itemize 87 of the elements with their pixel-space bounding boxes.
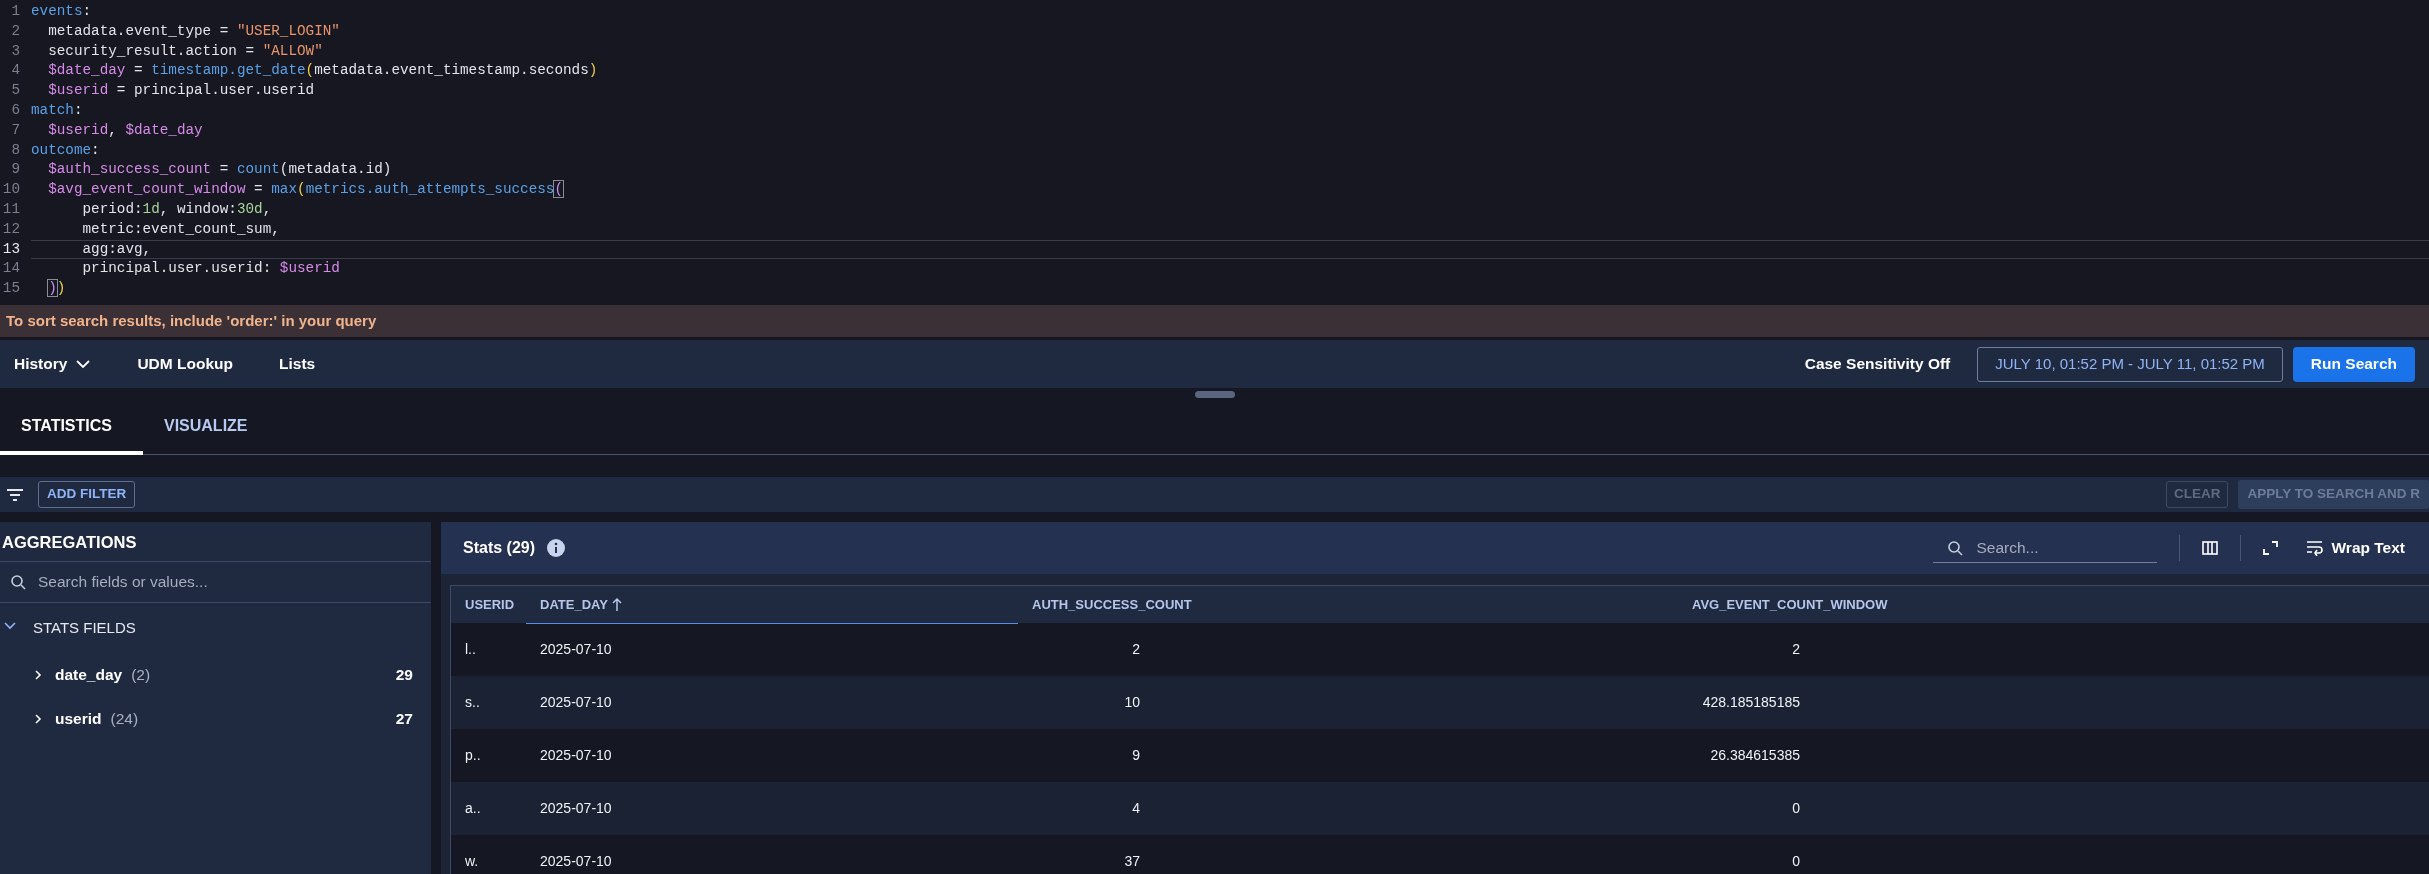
code-line: security_result.action = "ALLOW" <box>47 41 324 61</box>
table-cell: 2025-07-10 <box>540 853 612 869</box>
time-range-button[interactable]: JULY 10, 01:52 PM - JULY 11, 01:52 PM <box>1977 346 2283 382</box>
tab[interactable]: STATISTICS <box>0 400 143 455</box>
code-line: metric:event_count_sum, <box>81 219 281 239</box>
column-header[interactable]: AUTH_SUCCESS_COUNT <box>1018 586 1678 623</box>
code-line: events: <box>31 2 93 21</box>
run-search-button[interactable]: Run Search <box>2292 346 2415 382</box>
table-cell: p.. <box>465 747 481 763</box>
code-line: period:1d, window:30d, <box>81 199 273 219</box>
code-line: $date_day = timestamp.get_date(metadata.event_timestamp.seconds) <box>47 61 599 81</box>
info-icon <box>547 539 566 557</box>
table-cell: 2025-07-10 <box>540 641 612 658</box>
table-cell: 2025-07-10 <box>540 800 612 816</box>
line-number: 15 <box>1 279 20 299</box>
field-name[interactable]: userid <box>55 707 102 731</box>
table-cell-text: 2 <box>1131 640 1140 659</box>
hint-message: To sort search results, include 'order:' in your query <box>0 305 2429 337</box>
code-line: $avg_event_count_window = max(metrics.auth_attempts_success( <box>47 180 565 200</box>
case-sensitivity-toggle[interactable]: Case Sensitivity Off <box>1804 352 1951 376</box>
field-total: 27 <box>395 709 413 730</box>
line-number: 12 <box>1 219 20 239</box>
wrap-icon <box>2305 540 2324 556</box>
field-name[interactable]: date_day <box>55 663 123 687</box>
line-number: 11 <box>1 199 20 219</box>
table-cell: 2025-07-10 <box>540 694 612 710</box>
table-cell-text: 0 <box>1791 799 1800 818</box>
table-search-field[interactable]: Search... <box>1974 534 2155 561</box>
column-header[interactable]: DATE_DAY <box>526 586 1018 623</box>
line-number: 5 <box>10 81 20 101</box>
columns-button[interactable] <box>2201 541 2218 555</box>
table-cell-text: 0 <box>1791 852 1800 871</box>
field-total: 29 <box>395 665 413 686</box>
panel-title: AGGREGATIONS <box>0 522 431 562</box>
table-cell: l.. <box>465 641 476 657</box>
code-line: outcome: <box>31 140 101 160</box>
line-number: 10 <box>1 180 20 200</box>
line-number: 1 <box>10 2 20 21</box>
table-cell-text: 9 <box>1131 746 1140 765</box>
line-number: 14 <box>1 259 20 279</box>
wrap-text-button[interactable]: Wrap Text <box>2299 535 2411 561</box>
table-cell-text: 10 <box>1123 693 1140 712</box>
table-cell-text: 2 <box>1791 640 1800 659</box>
search-field[interactable]: Search fields or values... <box>36 569 396 595</box>
expand-icon <box>2262 541 2278 555</box>
code-line: match: <box>31 101 84 120</box>
search-icon <box>10 574 26 590</box>
code-line: principal.user.userid: $userid <box>81 259 341 279</box>
stats-title: Stats (29) <box>463 538 536 558</box>
menu-button[interactable]: Lists <box>279 348 316 380</box>
code-line: )) <box>47 279 67 299</box>
table-cell-text: 4 <box>1131 799 1140 818</box>
line-number: 6 <box>10 101 20 120</box>
menu-button[interactable]: History <box>14 348 92 380</box>
menu-button[interactable]: UDM Lookup <box>137 348 233 380</box>
code-line: $auth_success_count = count(metadata.id) <box>47 160 393 180</box>
search-icon <box>1946 539 1963 556</box>
table-cell: a.. <box>465 800 481 816</box>
column-header[interactable]: USERID <box>451 586 526 623</box>
resize-handle[interactable] <box>1194 390 1235 398</box>
add-filter-button[interactable]: ADD FILTER <box>38 481 136 508</box>
table-cell-text: 26.384615385 <box>1709 746 1800 765</box>
fullscreen-button[interactable] <box>2262 541 2278 555</box>
line-number: 9 <box>10 160 20 180</box>
line-number: 3 <box>10 41 20 61</box>
table-cell: s.. <box>465 694 480 710</box>
table-cell: w. <box>465 853 479 869</box>
column-header[interactable]: AVG_EVENT_COUNT_WINDOW <box>1678 586 2429 623</box>
code-line: agg:avg, <box>31 239 2429 260</box>
distinct-count: (2) <box>131 665 151 686</box>
tab[interactable]: VISUALIZE <box>142 400 279 455</box>
sort-ascending-icon <box>611 596 622 611</box>
code-line: $userid, $date_day <box>47 120 204 140</box>
line-number: 7 <box>10 120 20 140</box>
table-cell-text: 428.185185185 <box>1701 693 1800 712</box>
line-number: 13 <box>1 239 20 259</box>
line-number: 2 <box>10 21 20 41</box>
table-cell-text: 37 <box>1123 852 1140 871</box>
code-line: metadata.event_type = "USER_LOGIN" <box>47 21 341 41</box>
distinct-count: (24) <box>110 709 139 730</box>
columns-icon <box>2201 541 2218 555</box>
table-cell: 2025-07-10 <box>540 747 612 763</box>
code-line: $userid = principal.user.userid <box>47 81 316 101</box>
filter-icon <box>6 487 24 502</box>
line-number: 8 <box>10 140 20 160</box>
line-number: 4 <box>10 61 20 81</box>
section-header[interactable]: STATS FIELDS <box>33 616 136 640</box>
